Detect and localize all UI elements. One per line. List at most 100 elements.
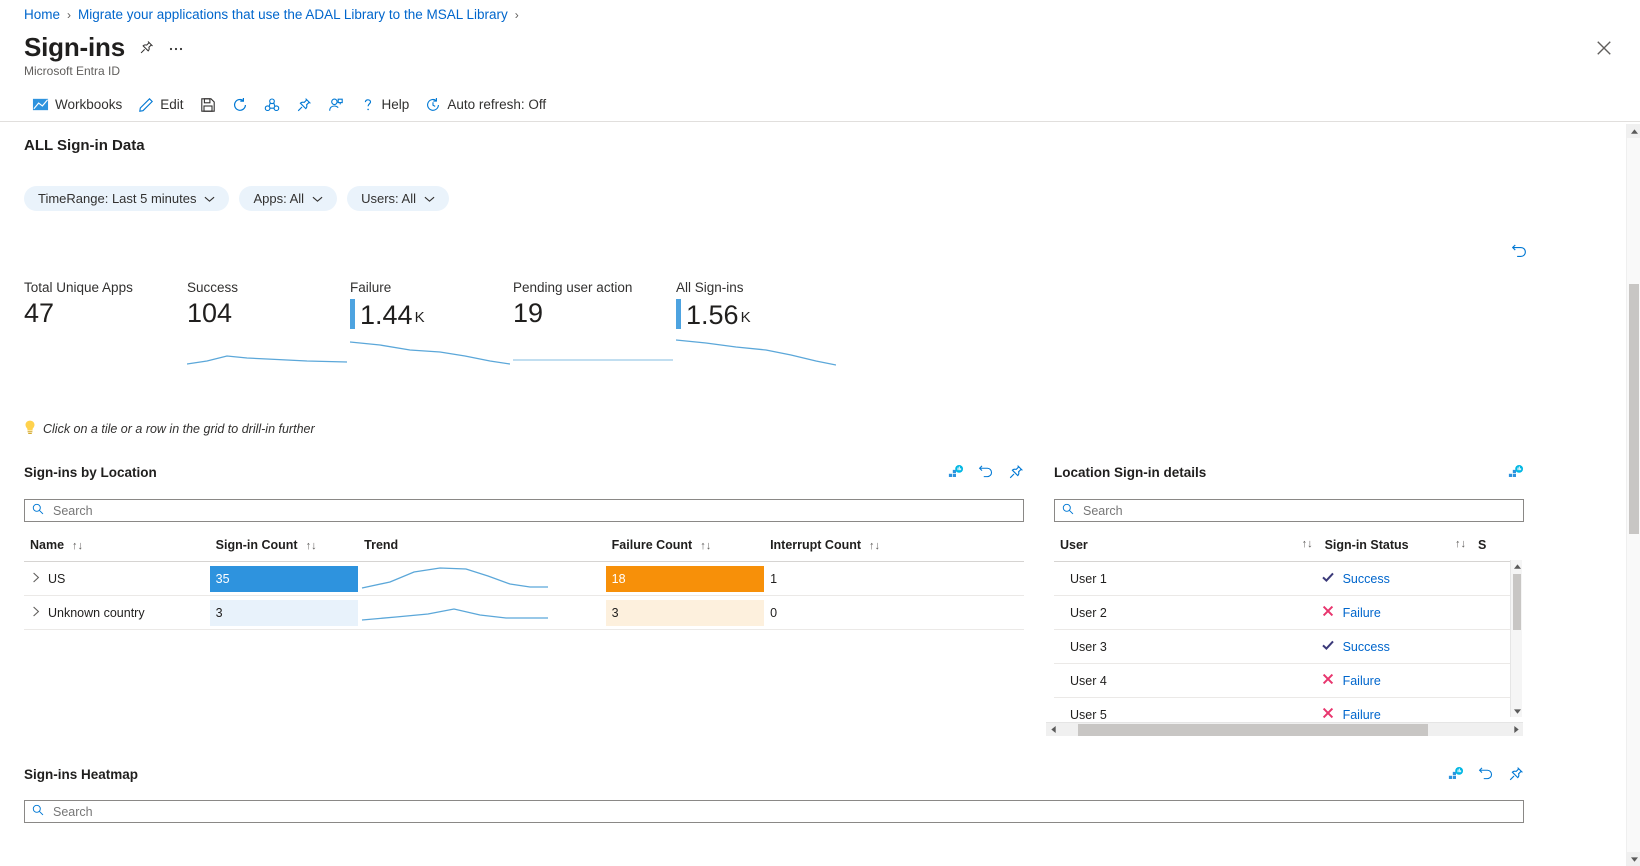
- command-add-user[interactable]: [320, 93, 352, 117]
- cell-user-label: User 4: [1070, 673, 1107, 688]
- command-refresh[interactable]: [224, 93, 256, 117]
- sort-icon[interactable]: ↑↓: [72, 540, 83, 552]
- add-user-icon: [328, 97, 344, 113]
- cell-interrupt-count-label: 0: [770, 605, 778, 620]
- page-scroll-up-icon[interactable]: [1627, 124, 1640, 138]
- filter-apps[interactable]: Apps: All: [239, 186, 338, 211]
- table-row[interactable]: US 35 18 1: [24, 561, 1024, 596]
- page-scroll-down-icon[interactable]: [1627, 852, 1640, 866]
- cell-name[interactable]: Unknown country: [24, 595, 210, 630]
- cell-status-label[interactable]: Success: [1343, 640, 1390, 654]
- cell-name[interactable]: US: [24, 561, 210, 596]
- table-row[interactable]: Unknown country 3 3 0: [24, 595, 1024, 630]
- details-table-wrap: User ↑↓ Sign-in Status ↑↓ S User 1 Succe…: [1054, 530, 1510, 732]
- filter-timerange[interactable]: TimeRange: Last 5 minutes: [24, 186, 230, 211]
- cell-name-label: US: [48, 571, 66, 586]
- page-vertical-scrollbar[interactable]: [1626, 124, 1640, 866]
- ellipsis-icon[interactable]: [168, 40, 184, 56]
- table-row[interactable]: User 4 Failure: [1054, 663, 1510, 698]
- sort-icon[interactable]: ↑↓: [869, 540, 880, 552]
- clock-icon: [425, 97, 441, 113]
- page-scrollbar-thumb[interactable]: [1629, 284, 1639, 534]
- tiles-undo-icon[interactable]: [1511, 243, 1528, 265]
- command-share[interactable]: [256, 93, 288, 117]
- undo-icon[interactable]: [978, 464, 994, 480]
- chart-icon[interactable]: [1508, 464, 1524, 480]
- column-header-name[interactable]: Name ↑↓: [24, 530, 210, 562]
- kpi-tile-success[interactable]: Success 104: [187, 280, 350, 365]
- table-row[interactable]: User 2 Failure: [1054, 595, 1510, 630]
- cell-status-label[interactable]: Failure: [1343, 708, 1381, 722]
- chevron-right-icon[interactable]: [32, 572, 41, 586]
- column-header-truncated[interactable]: S: [1472, 530, 1510, 562]
- table-row[interactable]: User 1 Success: [1054, 561, 1510, 596]
- details-table-header-row: User ↑↓ Sign-in Status ↑↓ S: [1054, 530, 1510, 562]
- scroll-right-icon[interactable]: [1509, 723, 1523, 737]
- details-vertical-scrollbar[interactable]: [1510, 560, 1522, 717]
- command-workbooks-label: Workbooks: [55, 97, 123, 112]
- cell-status-label[interactable]: Success: [1343, 572, 1390, 586]
- chart-icon[interactable]: [1448, 766, 1464, 782]
- pencil-icon: [138, 97, 154, 113]
- command-save[interactable]: [192, 93, 224, 117]
- sort-icon[interactable]: ↑↓: [1302, 538, 1313, 550]
- chevron-right-icon[interactable]: [32, 606, 41, 620]
- breadcrumb-separator-icon-2: ›: [514, 7, 519, 22]
- command-workbooks[interactable]: Workbooks: [24, 92, 130, 117]
- command-pin[interactable]: [288, 93, 320, 117]
- scroll-down-icon[interactable]: [1511, 705, 1523, 717]
- heatmap-search-input[interactable]: [51, 803, 1516, 820]
- command-help[interactable]: Help: [352, 93, 418, 117]
- pin-icon[interactable]: [1008, 464, 1024, 480]
- locations-search-box[interactable]: [24, 499, 1024, 522]
- sort-icon[interactable]: ↑↓: [1455, 538, 1466, 550]
- table-row[interactable]: User 3 Success: [1054, 629, 1510, 664]
- kpi-tile-failure[interactable]: Failure 1.44 K: [350, 280, 513, 365]
- cell-truncated: [1472, 629, 1510, 664]
- locations-search-input[interactable]: [51, 502, 1016, 519]
- sort-icon[interactable]: ↑↓: [700, 540, 711, 552]
- column-header-interrupt-count[interactable]: Interrupt Count ↑↓: [764, 530, 1024, 562]
- details-horizontal-scrollbar[interactable]: [1046, 722, 1523, 736]
- pin-icon[interactable]: [1508, 766, 1524, 782]
- filter-users[interactable]: Users: All: [347, 186, 449, 211]
- cell-status-label[interactable]: Failure: [1343, 674, 1381, 688]
- cell-user: User 1: [1054, 561, 1319, 596]
- command-edit[interactable]: Edit: [130, 93, 191, 117]
- cell-trend: [358, 561, 606, 596]
- cell-interrupt-count: 0: [764, 595, 1024, 630]
- undo-icon[interactable]: [1478, 766, 1494, 782]
- column-header-interrupt-count-label: Interrupt Count: [770, 538, 862, 552]
- locations-table-wrap: Name ↑↓ Sign-in Count ↑↓ Trend Failure Cou…: [24, 530, 1024, 630]
- column-header-user[interactable]: User ↑↓: [1054, 530, 1319, 562]
- scroll-up-icon[interactable]: [1511, 560, 1523, 572]
- close-icon[interactable]: [1594, 38, 1614, 58]
- command-auto-refresh[interactable]: Auto refresh: Off: [417, 93, 554, 117]
- details-search-box[interactable]: [1054, 499, 1524, 522]
- cell-status-label[interactable]: Failure: [1343, 606, 1381, 620]
- heatmap-search-box[interactable]: [24, 800, 1524, 823]
- details-search-input[interactable]: [1081, 502, 1516, 519]
- locations-panel-header: Sign-ins by Location: [24, 464, 1024, 480]
- command-bar: Workbooks Edit Help Auto refresh: Off: [24, 92, 554, 117]
- kpi-tile-total-unique-apps[interactable]: Total Unique Apps 47: [24, 280, 187, 329]
- column-header-signin-status[interactable]: Sign-in Status ↑↓: [1318, 530, 1472, 562]
- kpi-tile-pending-user-action[interactable]: Pending user action 19: [513, 280, 676, 361]
- pin-icon[interactable]: [139, 40, 154, 55]
- kpi-tile-all-signins[interactable]: All Sign-ins 1.56 K: [676, 280, 839, 366]
- scroll-left-icon[interactable]: [1046, 723, 1060, 737]
- scrollbar-track[interactable]: [1060, 723, 1509, 737]
- cell-truncated: [1472, 595, 1510, 630]
- sort-icon[interactable]: ↑↓: [306, 540, 317, 552]
- breadcrumb-item-migrate[interactable]: Migrate your applications that use the A…: [78, 7, 508, 22]
- column-header-signin-count[interactable]: Sign-in Count ↑↓: [209, 530, 359, 562]
- chart-icon[interactable]: [948, 464, 964, 480]
- column-header-failure-count[interactable]: Failure Count ↑↓: [605, 530, 765, 562]
- scrollbar-thumb[interactable]: [1078, 723, 1428, 736]
- filter-pills: TimeRange: Last 5 minutes Apps: All User…: [24, 186, 449, 211]
- save-icon: [200, 97, 216, 113]
- breadcrumb-item-home[interactable]: Home: [24, 7, 60, 22]
- scrollbar-thumb[interactable]: [1513, 574, 1521, 630]
- trend-sparkline: [362, 567, 549, 589]
- column-header-trend-label: Trend: [364, 538, 399, 552]
